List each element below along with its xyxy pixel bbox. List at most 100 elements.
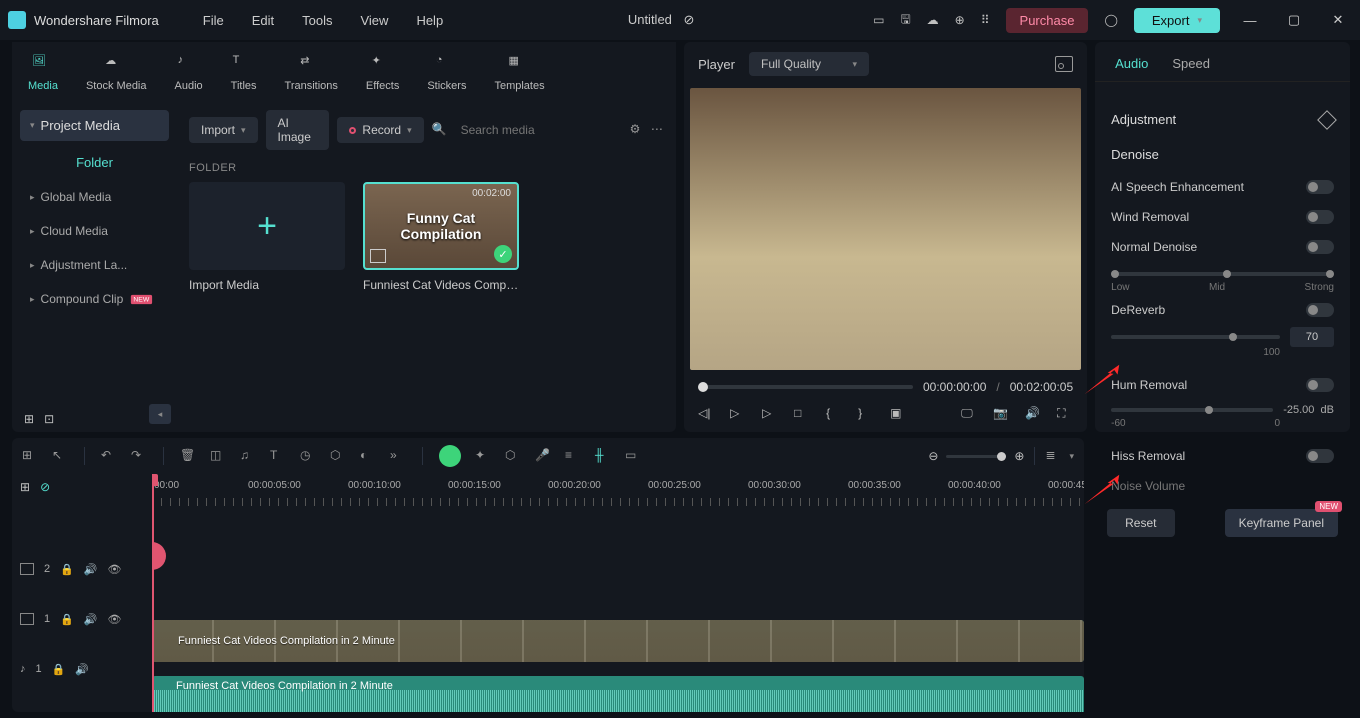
- sparkle-icon[interactable]: ✦: [475, 448, 491, 464]
- more-tools-icon[interactable]: »: [390, 448, 406, 464]
- volume-icon[interactable]: 🔊: [1025, 406, 1041, 422]
- link-icon[interactable]: ⊘: [40, 480, 50, 494]
- zoom-in-icon[interactable]: ⊕: [1014, 449, 1024, 463]
- mic-icon[interactable]: 🎤: [535, 448, 551, 464]
- ai-avatar-icon[interactable]: [439, 445, 461, 467]
- prev-frame-icon[interactable]: ◁|: [698, 406, 714, 422]
- marker-icon[interactable]: ╫: [595, 448, 611, 464]
- new-bin-icon[interactable]: ⊡: [44, 412, 54, 426]
- play-forward-icon[interactable]: ▷: [762, 406, 778, 422]
- tab-templates[interactable]: ▦Templates: [494, 50, 544, 92]
- monitor-icon[interactable]: 🖵: [961, 406, 977, 422]
- tab-media[interactable]: 🖼Media: [28, 50, 58, 92]
- playhead[interactable]: [152, 474, 154, 712]
- color-icon[interactable]: ⬡: [330, 448, 346, 464]
- import-button[interactable]: Import▾: [189, 117, 258, 143]
- cloud-icon[interactable]: ☁: [927, 13, 939, 27]
- record-button[interactable]: Record▾: [337, 117, 423, 143]
- undo-icon[interactable]: ↶: [101, 448, 117, 464]
- list-view-icon[interactable]: ≣: [1045, 448, 1061, 464]
- equalizer-icon[interactable]: ≡: [565, 448, 581, 464]
- crop-icon[interactable]: ◫: [210, 448, 226, 464]
- ai-speech-toggle[interactable]: [1306, 180, 1334, 194]
- import-media-tile[interactable]: +: [189, 182, 345, 270]
- menu-help[interactable]: Help: [402, 13, 457, 28]
- crop-icon[interactable]: ▣: [890, 406, 906, 422]
- reset-button[interactable]: Reset: [1107, 509, 1174, 537]
- collapse-sidebar-button[interactable]: ◂: [149, 404, 171, 424]
- tab-stock-media[interactable]: ☁Stock Media: [86, 50, 147, 92]
- sidebar-compound-clip[interactable]: ▸Compound Clip: [12, 282, 177, 316]
- tab-transitions[interactable]: ⇄Transitions: [285, 50, 338, 92]
- tab-effects[interactable]: ✦Effects: [366, 50, 399, 92]
- filter-icon[interactable]: ⚙: [630, 122, 643, 138]
- sidebar-folder[interactable]: Folder: [12, 141, 177, 180]
- dereverb-value[interactable]: 70: [1290, 327, 1334, 347]
- cursor-icon[interactable]: ↖: [52, 448, 68, 464]
- audio-track-1[interactable]: Funniest Cat Videos Compilation in 2 Min…: [152, 672, 1084, 712]
- dereverb-toggle[interactable]: [1306, 303, 1334, 317]
- hum-slider[interactable]: [1111, 408, 1273, 412]
- grid-icon[interactable]: ⠿: [981, 13, 990, 27]
- dereverb-slider[interactable]: [1111, 335, 1280, 339]
- snapshot-icon[interactable]: [1055, 56, 1073, 72]
- zoom-slider[interactable]: [946, 455, 1006, 458]
- export-button[interactable]: Export▾: [1134, 8, 1220, 33]
- text-icon[interactable]: T: [270, 448, 286, 464]
- zoom-knob[interactable]: [997, 452, 1006, 461]
- empty-track[interactable]: [152, 514, 1084, 554]
- scrub-knob[interactable]: [698, 382, 708, 392]
- tab-audio[interactable]: ♪Audio: [175, 50, 203, 92]
- shield-icon[interactable]: ⬡: [505, 448, 521, 464]
- preview-video[interactable]: [690, 88, 1081, 370]
- minimize-button[interactable]: —: [1236, 13, 1264, 28]
- media-clip-tile[interactable]: 00:02:00 Funny CatCompilation ✓ Funniest…: [363, 182, 519, 292]
- mute-icon[interactable]: 🔊: [84, 613, 98, 626]
- grid-icon[interactable]: ⊞: [22, 448, 38, 464]
- visibility-icon[interactable]: 👁: [108, 613, 122, 626]
- menu-view[interactable]: View: [346, 13, 402, 28]
- headphones-icon[interactable]: ⊕: [955, 13, 965, 27]
- scrub-slider[interactable]: [698, 385, 913, 389]
- normal-denoise-toggle[interactable]: [1306, 240, 1334, 254]
- keyframe-panel-button[interactable]: Keyframe PanelNEW: [1225, 509, 1338, 537]
- music-icon[interactable]: ♫: [240, 448, 256, 464]
- lock-icon[interactable]: 🔒: [52, 663, 66, 676]
- slider-handle[interactable]: [1229, 333, 1237, 341]
- stop-icon[interactable]: □: [794, 406, 810, 422]
- device-icon[interactable]: ▭: [873, 13, 884, 27]
- visibility-icon[interactable]: 👁: [108, 563, 122, 576]
- add-track-icon[interactable]: ⊞: [20, 480, 30, 494]
- more-icon[interactable]: ⋯: [651, 122, 664, 138]
- save-icon[interactable]: 🖫: [900, 10, 910, 31]
- slider-handle[interactable]: [1111, 270, 1119, 278]
- delete-icon[interactable]: 🗑: [180, 448, 196, 464]
- audio-clip[interactable]: Funniest Cat Videos Compilation in 2 Min…: [152, 676, 1084, 712]
- purchase-button[interactable]: Purchase: [1006, 8, 1089, 33]
- tab-audio-props[interactable]: Audio: [1115, 56, 1148, 71]
- keyframe-diamond-icon[interactable]: [1317, 110, 1337, 130]
- quality-select[interactable]: Full Quality▾: [749, 52, 869, 76]
- sidebar-cloud-media[interactable]: ▸Cloud Media: [12, 214, 177, 248]
- zoom-out-icon[interactable]: ⊖: [928, 449, 938, 463]
- normal-denoise-slider[interactable]: [1111, 272, 1334, 276]
- timeline-ruler[interactable]: 00:00 00:00:05:00 00:00:10:00 00:00:15:0…: [152, 474, 1084, 506]
- menu-file[interactable]: File: [189, 13, 238, 28]
- hum-toggle[interactable]: [1306, 378, 1334, 392]
- close-button[interactable]: ✕: [1324, 12, 1352, 28]
- tab-titles[interactable]: TTitles: [231, 50, 257, 92]
- clip-thumbnail[interactable]: 00:02:00 Funny CatCompilation ✓: [363, 182, 519, 270]
- video-track-1[interactable]: Funniest Cat Videos Compilation in 2 Min…: [152, 616, 1084, 666]
- lock-icon[interactable]: 🔒: [60, 563, 74, 576]
- sidebar-adjustment-layer[interactable]: ▸Adjustment La...: [12, 248, 177, 282]
- adjustment-section[interactable]: Adjustment: [1095, 102, 1350, 137]
- account-icon[interactable]: ◯: [1104, 13, 1117, 27]
- video-track-2[interactable]: [152, 560, 1084, 610]
- mute-icon[interactable]: 🔊: [84, 563, 98, 576]
- ai-image-button[interactable]: AI Image: [266, 110, 330, 150]
- menu-edit[interactable]: Edit: [238, 13, 288, 28]
- mark-out-icon[interactable]: }: [858, 406, 874, 422]
- tab-stickers[interactable]: ◔Stickers: [427, 50, 466, 92]
- speed-icon[interactable]: ◷: [300, 448, 316, 464]
- slider-handle[interactable]: [1205, 406, 1213, 414]
